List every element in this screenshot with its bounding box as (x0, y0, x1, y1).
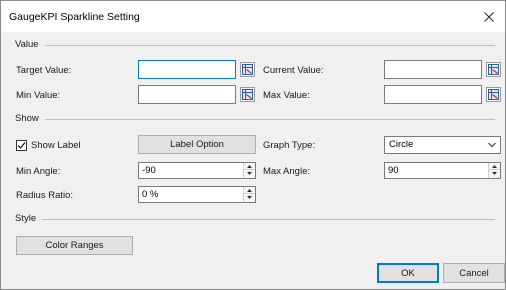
current-value-picker-button[interactable] (486, 62, 501, 77)
max-value-label: Max Value: (263, 90, 310, 101)
chevron-down-icon (492, 172, 497, 175)
radius-ratio-increment[interactable] (244, 187, 255, 194)
range-picker-icon (488, 64, 499, 75)
min-angle-label: Min Angle: (16, 166, 61, 177)
value-section-title: Value (15, 39, 45, 50)
max-angle-decrement[interactable] (489, 170, 500, 177)
sparkline-setting-dialog: GaugeKPI Sparkline Setting Value Target … (0, 0, 506, 290)
range-picker-icon (242, 89, 253, 100)
min-angle-decrement[interactable] (244, 170, 255, 177)
show-label-text: Show Label (31, 140, 81, 151)
graph-type-label: Graph Type: (263, 140, 316, 151)
show-section-title: Show (15, 113, 45, 124)
max-angle-label: Max Angle: (263, 166, 310, 177)
current-value-label: Current Value: (263, 65, 324, 76)
range-picker-icon (488, 89, 499, 100)
target-value-input[interactable] (138, 60, 236, 79)
dialog-title: GaugeKPI Sparkline Setting (9, 11, 140, 23)
close-button[interactable] (473, 1, 505, 32)
show-section-header: Show (9, 113, 499, 125)
max-value-input[interactable] (384, 85, 482, 104)
min-angle-value: -90 (142, 165, 156, 176)
radius-ratio-spinner[interactable]: 0 % (138, 186, 256, 203)
min-angle-increment[interactable] (244, 163, 255, 170)
chevron-down-icon (247, 172, 252, 175)
radius-ratio-label: Radius Ratio: (16, 190, 74, 201)
ok-button[interactable]: OK (377, 263, 439, 283)
show-label-checkbox[interactable] (16, 140, 27, 151)
radius-ratio-value: 0 % (142, 189, 159, 200)
style-section-header: Style (9, 213, 499, 225)
min-value-label: Min Value: (16, 90, 61, 101)
value-section-header: Value (9, 39, 499, 51)
min-angle-spinner[interactable]: -90 (138, 162, 256, 179)
radius-ratio-decrement[interactable] (244, 194, 255, 201)
chevron-up-icon (247, 188, 252, 192)
target-value-label: Target Value: (16, 65, 72, 76)
range-picker-icon (242, 64, 253, 75)
chevron-up-icon (492, 164, 497, 168)
close-icon (484, 11, 494, 22)
max-value-picker-button[interactable] (486, 87, 501, 102)
checkmark-icon (17, 142, 26, 149)
chevron-up-icon (247, 164, 252, 168)
cancel-button[interactable]: Cancel (443, 263, 505, 283)
graph-type-select[interactable]: Circle (384, 136, 501, 154)
label-option-button[interactable]: Label Option (138, 135, 256, 154)
max-angle-increment[interactable] (489, 163, 500, 170)
min-value-picker-button[interactable] (240, 87, 255, 102)
color-ranges-button[interactable]: Color Ranges (16, 236, 133, 255)
max-angle-value: 90 (388, 165, 399, 176)
target-value-picker-button[interactable] (240, 62, 255, 77)
min-value-input[interactable] (138, 85, 236, 104)
max-angle-spinner[interactable]: 90 (384, 162, 501, 179)
chevron-down-icon (488, 142, 496, 148)
title-bar: GaugeKPI Sparkline Setting (1, 1, 505, 32)
style-section-title: Style (15, 213, 43, 224)
chevron-down-icon (247, 196, 252, 199)
current-value-input[interactable] (384, 60, 482, 79)
graph-type-value: Circle (389, 139, 414, 150)
